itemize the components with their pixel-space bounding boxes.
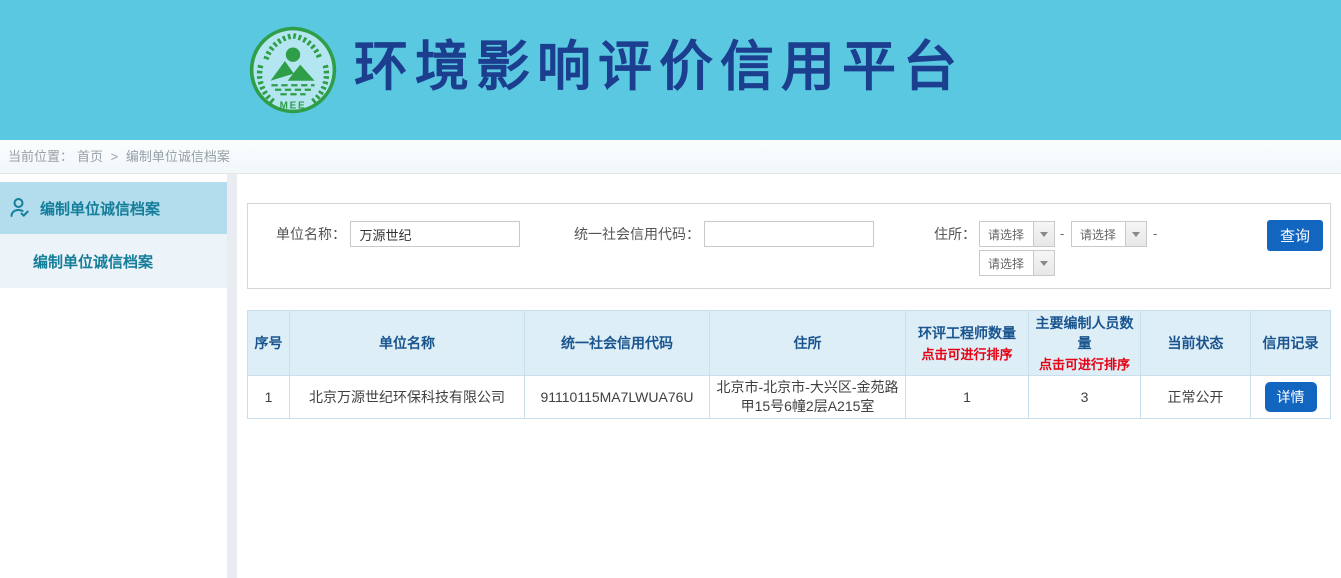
- staff-sort-hint[interactable]: 点击可进行排序: [1031, 354, 1138, 373]
- staff-count-title: 主要编制人员数量: [1031, 313, 1138, 353]
- chevron-down-icon: [1033, 222, 1054, 246]
- city-select[interactable]: 请选择: [1071, 221, 1147, 247]
- unit-name-group: 单位名称：: [276, 221, 520, 247]
- credit-record-cell: 详情: [1251, 376, 1331, 419]
- city-select-value: 请选择: [1072, 226, 1125, 243]
- credit-code-cell: 91110115MA7LWUA76U: [525, 376, 710, 419]
- col-header-index: 序号: [248, 311, 290, 376]
- sidebar-subitem-label: 编制单位诚信档案: [33, 251, 153, 272]
- chevron-down-icon: [1033, 251, 1054, 275]
- sidebar: 编制单位诚信档案 编制单位诚信档案: [0, 174, 227, 578]
- province-select-value: 请选择: [980, 226, 1033, 243]
- chevron-down-icon: [1125, 222, 1146, 246]
- search-panel: 单位名称： 统一社会信用代码： 住所： 请选择 - 请选择 -: [247, 203, 1331, 289]
- row-index: 1: [248, 376, 290, 419]
- sidebar-item-credit-archive[interactable]: 编制单位诚信档案: [0, 182, 227, 234]
- staff-count-link[interactable]: 3: [1029, 376, 1141, 419]
- mee-logo-icon: MEE: [248, 25, 338, 115]
- breadcrumb-current: 编制单位诚信档案: [126, 149, 230, 164]
- unit-name-input[interactable]: [350, 221, 520, 247]
- col-header-address: 住所: [710, 311, 906, 376]
- sidebar-divider: [227, 174, 237, 578]
- credit-code-label: 统一社会信用代码：: [574, 221, 700, 247]
- page-title: 环境影响评价信用平台: [354, 40, 964, 100]
- user-check-icon: [8, 196, 32, 220]
- col-header-engineer-count[interactable]: 环评工程师数量 点击可进行排序: [906, 311, 1029, 376]
- table-header-row: 序号 单位名称 统一社会信用代码 住所 环评工程师数量 点击可进行排序 主要编制…: [248, 311, 1331, 376]
- credit-code-group: 统一社会信用代码：: [574, 221, 874, 247]
- content-area: 编制单位诚信档案 编制单位诚信档案 单位名称： 统一社会信用代码： 住所：: [0, 174, 1341, 578]
- col-header-company: 单位名称: [290, 311, 525, 376]
- breadcrumb-prefix: 当前位置：: [8, 149, 73, 164]
- address-dash-2: -: [1153, 221, 1157, 247]
- engineer-sort-hint[interactable]: 点击可进行排序: [908, 344, 1026, 363]
- address-label: 住所：: [934, 221, 976, 247]
- sidebar-subitem-credit-archive[interactable]: 编制单位诚信档案: [0, 234, 227, 288]
- engineer-count-link[interactable]: 1: [906, 376, 1029, 419]
- site-header: MEE 环境影响评价信用平台: [0, 0, 1341, 140]
- page: MEE 环境影响评价信用平台 当前位置： 首页 > 编制单位诚信档案 编制单位诚信…: [0, 0, 1341, 578]
- breadcrumb-separator: >: [111, 149, 119, 164]
- company-name-link[interactable]: 北京万源世纪环保科技有限公司: [290, 376, 525, 419]
- breadcrumb: 当前位置： 首页 > 编制单位诚信档案: [0, 140, 1341, 174]
- credit-code-input[interactable]: [704, 221, 874, 247]
- col-header-credit-record: 信用记录: [1251, 311, 1331, 376]
- detail-button[interactable]: 详情: [1265, 382, 1317, 412]
- col-header-credit-code: 统一社会信用代码: [525, 311, 710, 376]
- main-panel: 单位名称： 统一社会信用代码： 住所： 请选择 - 请选择 -: [237, 174, 1341, 578]
- address-dash-1: -: [1060, 221, 1064, 247]
- query-button[interactable]: 查询: [1267, 220, 1323, 251]
- results-table: 序号 单位名称 统一社会信用代码 住所 环评工程师数量 点击可进行排序 主要编制…: [247, 310, 1331, 419]
- district-select-value: 请选择: [980, 255, 1033, 272]
- col-header-staff-count[interactable]: 主要编制人员数量 点击可进行排序: [1029, 311, 1141, 376]
- sidebar-item-label: 编制单位诚信档案: [40, 198, 160, 219]
- status-cell: 正常公开: [1141, 376, 1251, 419]
- table-row: 1 北京万源世纪环保科技有限公司 91110115MA7LWUA76U 北京市-…: [248, 376, 1331, 419]
- unit-name-label: 单位名称：: [276, 221, 346, 247]
- district-select[interactable]: 请选择: [979, 250, 1055, 276]
- address-cell: 北京市-北京市-大兴区-金苑路甲15号6幢2层A215室: [710, 376, 906, 419]
- col-header-status: 当前状态: [1141, 311, 1251, 376]
- province-select[interactable]: 请选择: [979, 221, 1055, 247]
- engineer-count-title: 环评工程师数量: [908, 323, 1026, 343]
- logo-text: MEE: [280, 101, 307, 112]
- breadcrumb-home-link[interactable]: 首页: [77, 149, 103, 164]
